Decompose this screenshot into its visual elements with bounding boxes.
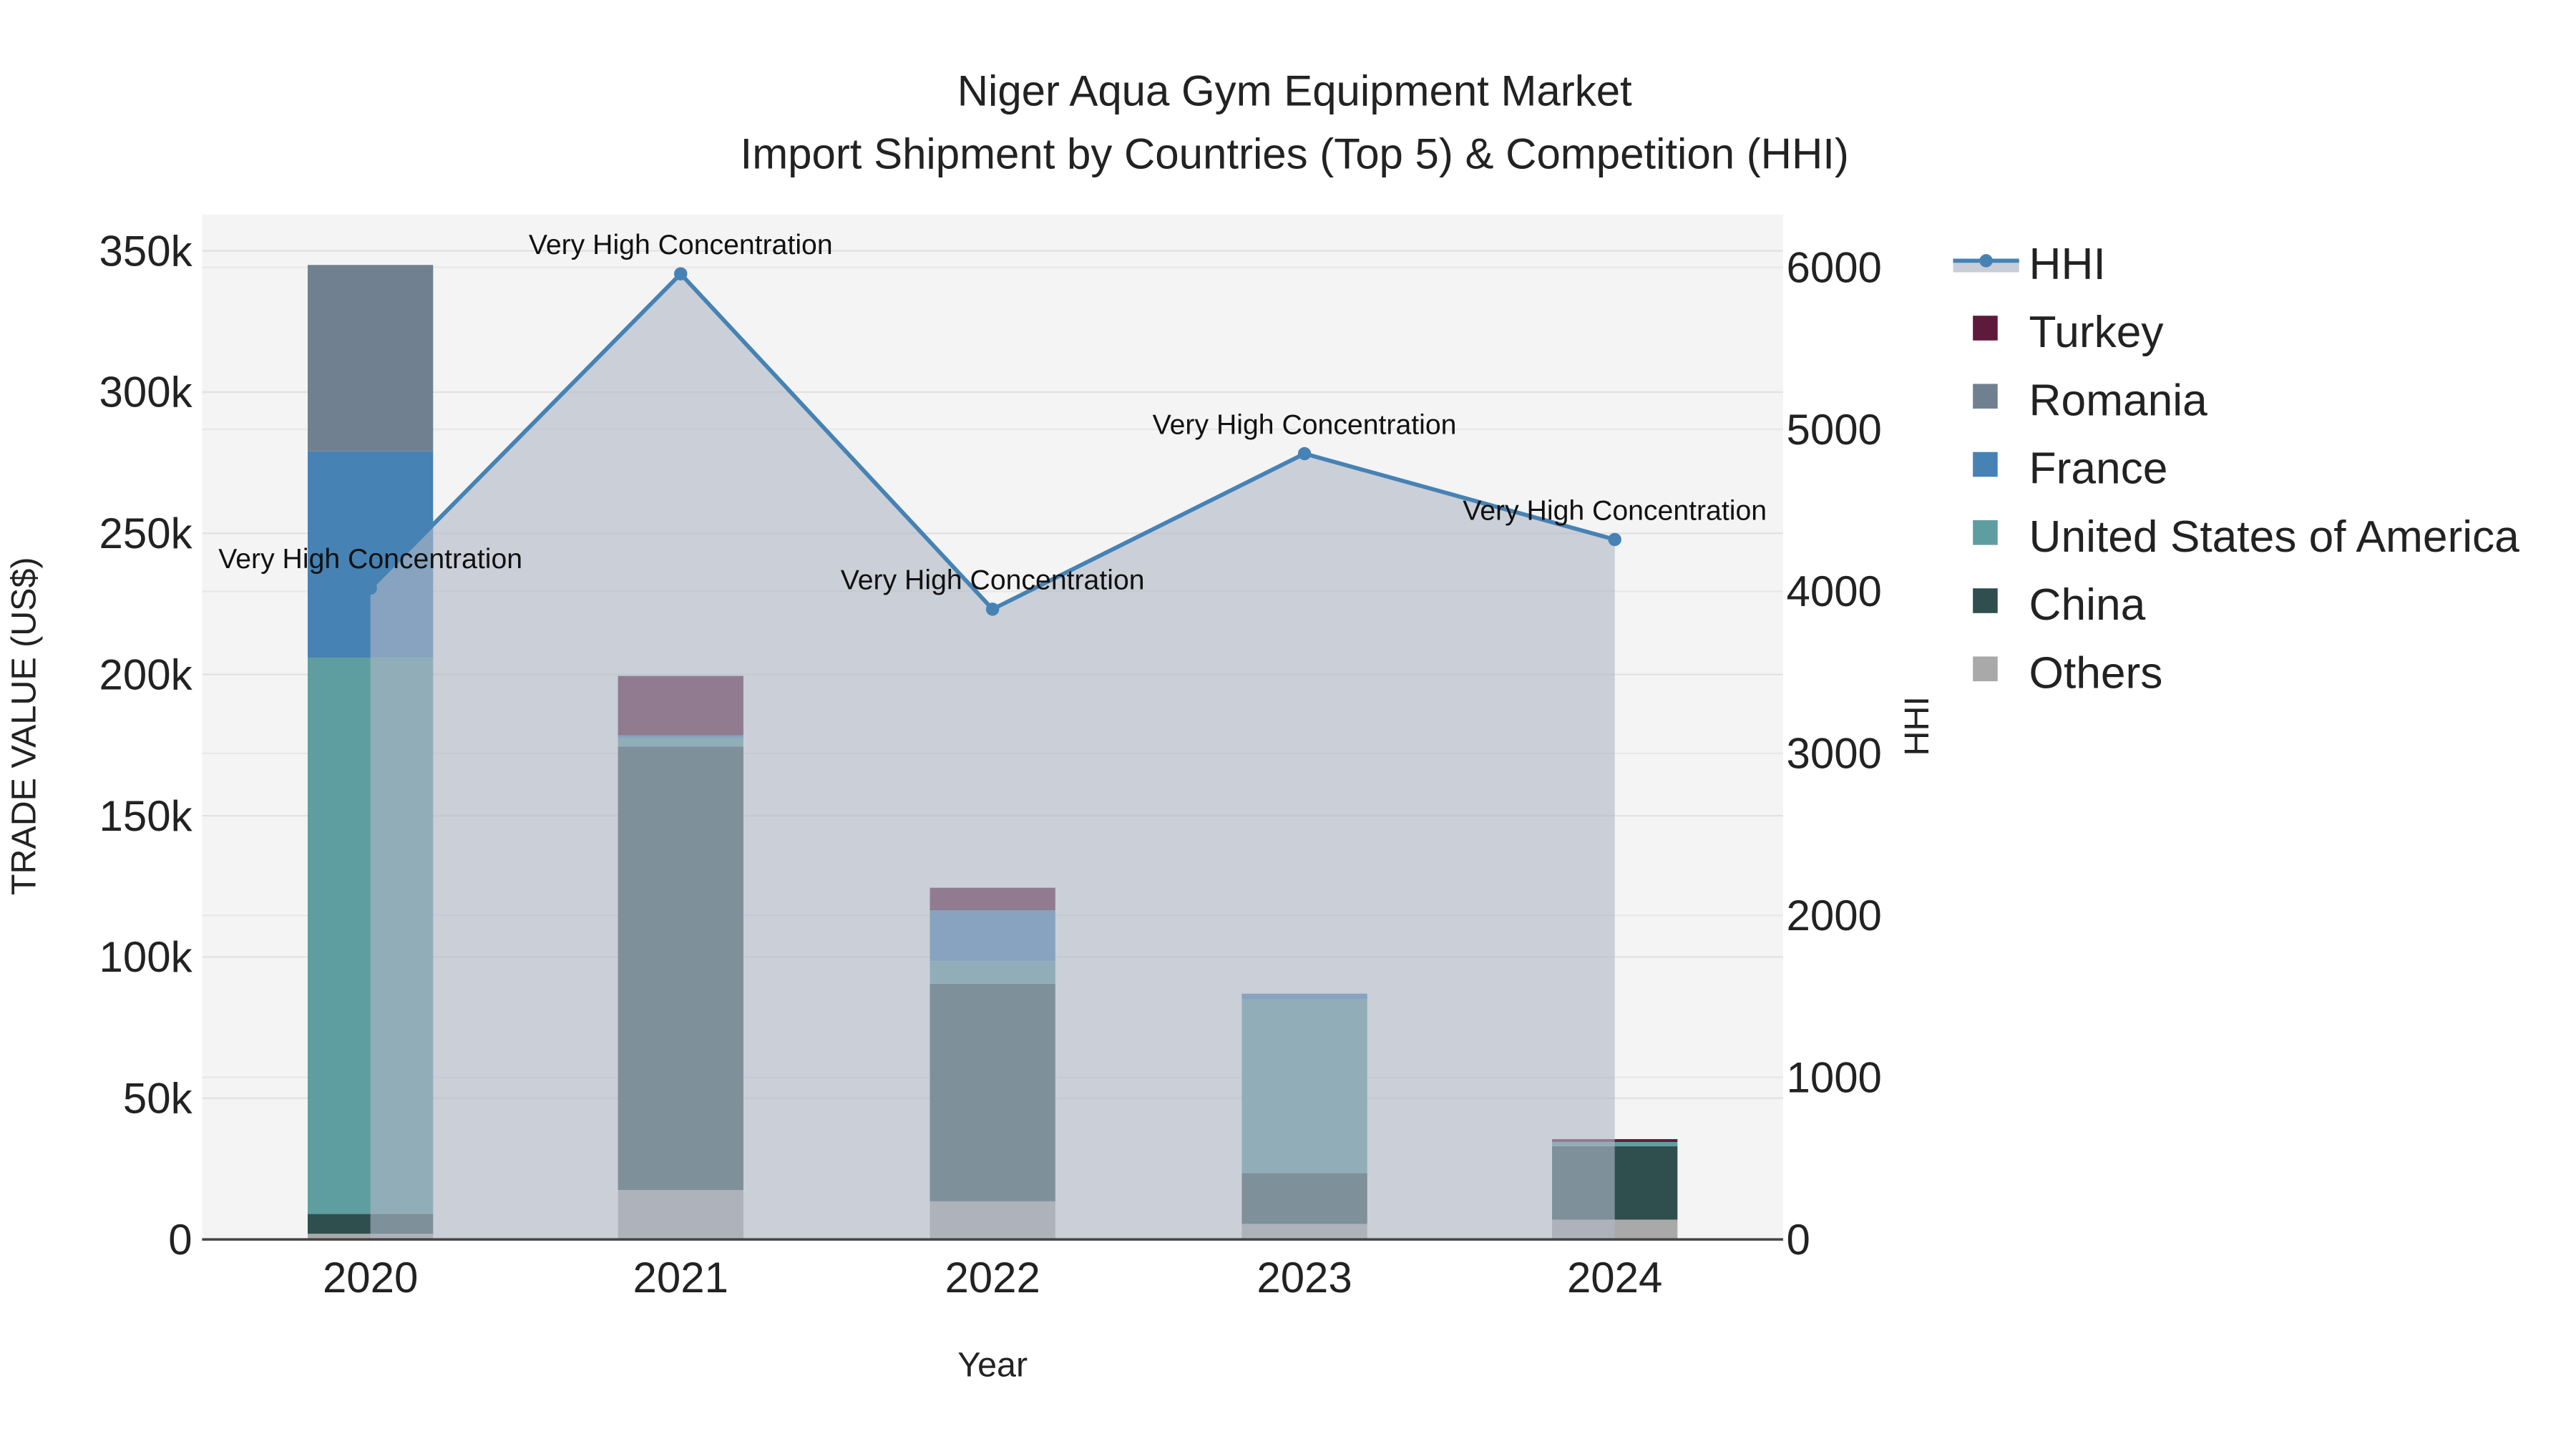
legend-label: China (2029, 580, 2146, 630)
hhi-annotation: Very High Concentration (1153, 409, 1457, 440)
hhi-annotation: Very High Concentration (218, 544, 522, 575)
y-tick-label: 0 (168, 1216, 192, 1264)
x-tick-label: 2022 (945, 1254, 1040, 1302)
hhi-annotation: Very High Concentration (529, 230, 833, 260)
hhi-point-2020 (364, 581, 377, 595)
y-tick-label: 200k (99, 650, 193, 698)
legend-item-romania[interactable]: Romania (1973, 376, 2207, 425)
legend-label: Romania (2029, 376, 2208, 425)
legend-label: United States of America (2029, 512, 2520, 562)
x-tick-label: 2020 (323, 1254, 418, 1302)
y-tick-label: 150k (99, 792, 193, 840)
x-axis-title: Year (957, 1346, 1028, 1385)
legend-item-turkey[interactable]: Turkey (1973, 308, 2164, 357)
x-tick-label: 2024 (1567, 1254, 1662, 1302)
legend-item-hhi[interactable]: HHI (1953, 240, 2106, 289)
legend-item-united-states-of-america[interactable]: United States of America (1973, 512, 2519, 562)
y2-axis-title: HHI (1898, 696, 1936, 756)
legend-label: Turkey (2029, 308, 2165, 357)
legend-label: France (2029, 444, 2168, 494)
y-axis-title: TRADE VALUE (US$) (4, 557, 43, 895)
legend-swatch (1973, 588, 1998, 613)
y2-tick-label: 5000 (1787, 406, 1882, 454)
y-tick-label: 250k (99, 509, 193, 557)
legend-swatch (1973, 384, 1998, 409)
chart-title: Niger Aqua Gym Equipment Market (957, 67, 1632, 115)
y2-tick-label: 3000 (1787, 730, 1882, 778)
legend-item-china[interactable]: China (1973, 580, 2146, 630)
legend-swatch (1973, 452, 1998, 477)
legend-swatch (1973, 656, 1998, 682)
legend-swatch (1973, 316, 1998, 341)
legend-swatch (1973, 519, 1998, 545)
legend-item-others[interactable]: Others (1973, 648, 2162, 698)
hhi-point-2023 (1297, 447, 1312, 461)
y2-tick-label: 0 (1787, 1216, 1810, 1264)
legend-label: Others (2029, 648, 2163, 698)
hhi-annotation: Very High Concentration (1463, 495, 1767, 526)
bar-romania-2020 (308, 265, 434, 452)
hhi-point-2022 (985, 602, 1000, 616)
legend-item-france[interactable]: France (1973, 444, 2167, 494)
y-tick-label: 350k (99, 227, 193, 275)
y2-tick-label: 2000 (1787, 892, 1882, 940)
hhi-point-2024 (1608, 532, 1621, 547)
legend-label: HHI (2029, 240, 2106, 289)
x-tick-label: 2023 (1257, 1254, 1352, 1302)
y-tick-label: 100k (99, 933, 193, 981)
legend-hhi-marker (1979, 254, 1993, 268)
chart-subtitle: Import Shipment by Countries (Top 5) & C… (741, 130, 1849, 177)
y2-tick-label: 6000 (1787, 243, 1882, 291)
chart: Very High Concentration Very High Concent… (4, 67, 2519, 1385)
y-tick-label: 300k (99, 369, 193, 416)
hhi-annotation: Very High Concentration (841, 565, 1145, 596)
y2-tick-label: 4000 (1787, 567, 1882, 615)
x-tick-label: 2021 (633, 1254, 728, 1302)
legend: HHI Turkey Romania France United States of A… (1953, 240, 2519, 698)
y2-tick-label: 1000 (1787, 1053, 1882, 1101)
y-tick-label: 50k (123, 1074, 193, 1122)
hhi-point-2021 (674, 267, 688, 280)
